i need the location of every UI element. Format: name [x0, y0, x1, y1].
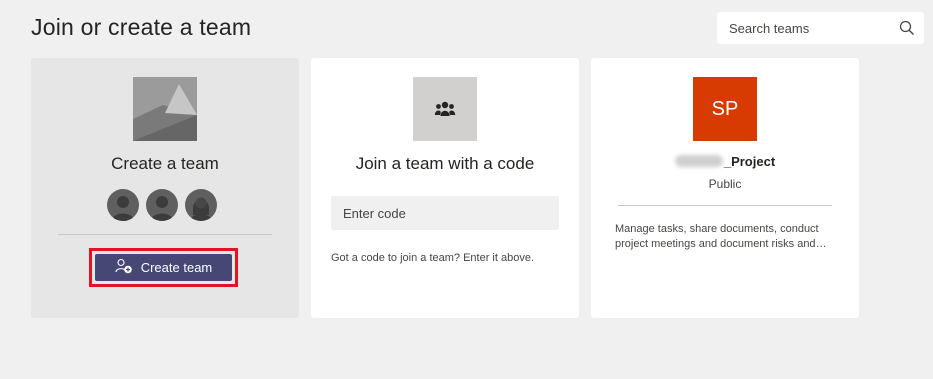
add-people-icon: [115, 258, 133, 277]
team-avatar: SP: [693, 77, 757, 141]
search-icon[interactable]: [899, 20, 915, 36]
page-title: Join or create a team: [31, 14, 252, 40]
search-box[interactable]: [717, 12, 924, 44]
divider: [58, 234, 272, 235]
team-privacy: Public: [708, 177, 742, 191]
create-team-button[interactable]: Create team: [95, 254, 232, 281]
teams-icon: [413, 77, 477, 141]
team-name-suffix: _Project: [723, 154, 776, 169]
create-team-title: Create a team: [111, 154, 219, 173]
search-input[interactable]: [729, 20, 889, 36]
team-description: Manage tasks, share documents, conduct p…: [615, 223, 819, 250]
team-code-input[interactable]: [331, 196, 559, 230]
team-card[interactable]: SP _Project Public Manage tasks, share d…: [591, 58, 859, 318]
create-team-card[interactable]: Create a team Create team: [31, 58, 299, 318]
team-placeholder-icon: [133, 77, 197, 141]
create-team-button-label: Create team: [140, 260, 213, 275]
avatar-icon: [146, 189, 178, 221]
create-team-highlight: Create team: [89, 248, 238, 287]
divider: [618, 205, 832, 206]
join-team-title: Join a team with a code: [355, 154, 535, 173]
join-hint: Got a code to join a team? Enter it abov…: [331, 252, 535, 264]
avatar-icon: [107, 189, 139, 221]
team-name[interactable]: _Project: [591, 154, 859, 169]
redacted-text: [674, 155, 723, 167]
avatar-icon: [185, 189, 217, 221]
avatar-group: [107, 189, 217, 221]
join-team-card: Join a team with a code Got a code to jo…: [311, 58, 579, 318]
